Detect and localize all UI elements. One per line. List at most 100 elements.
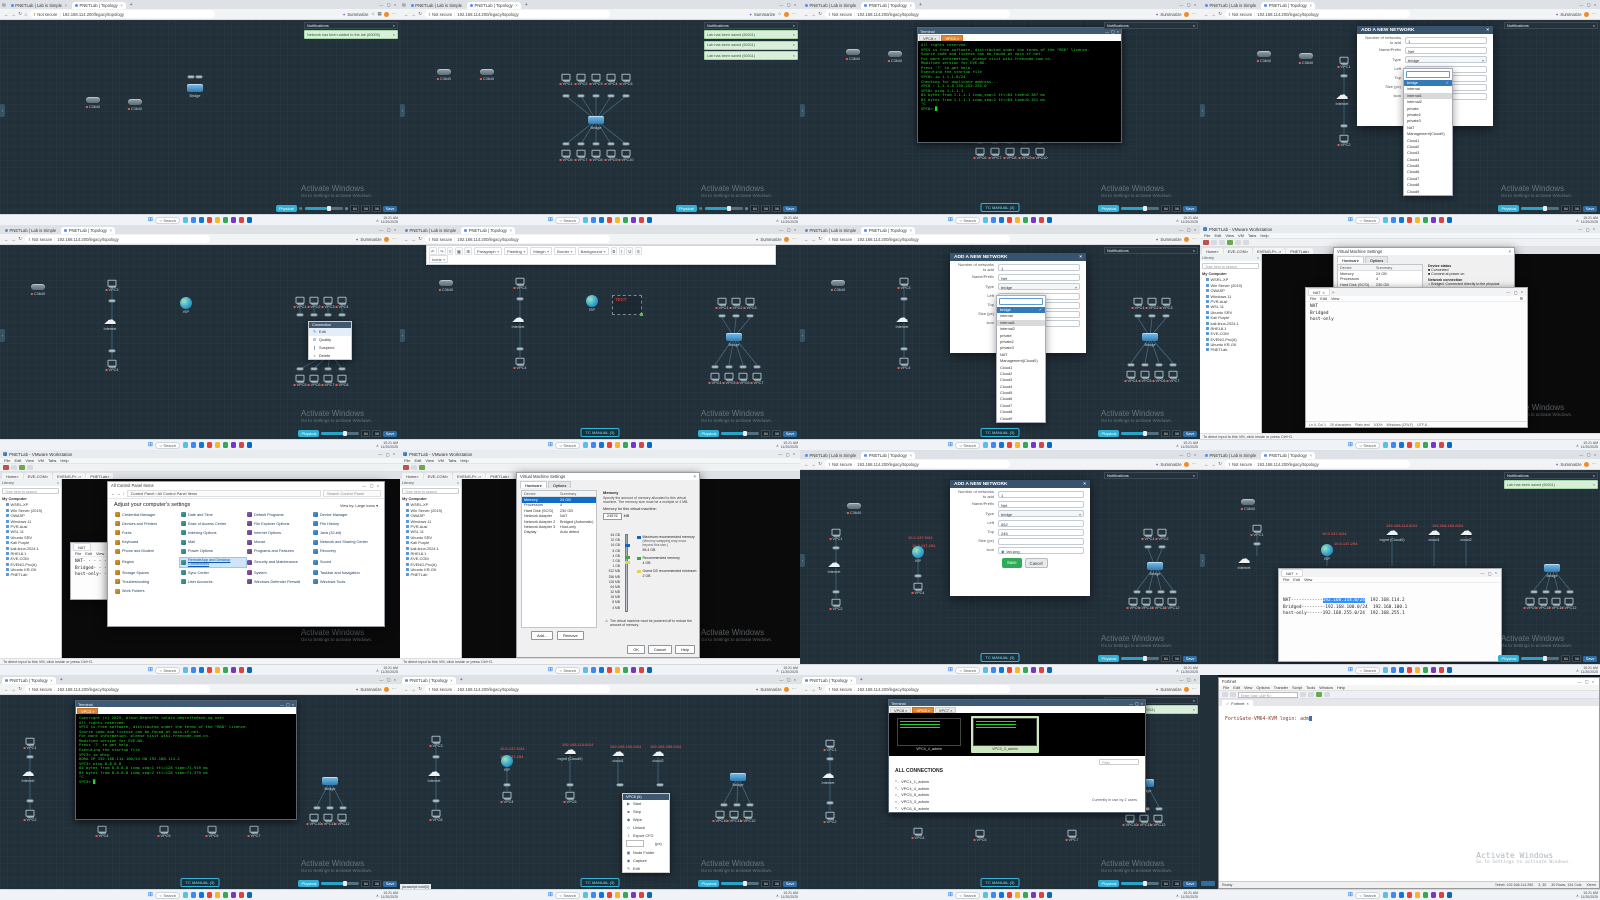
minimize-button[interactable]: — (1579, 3, 1583, 7)
tab-list-icon[interactable]: ▤ (402, 2, 406, 7)
taskbar-app-icon[interactable] (990, 667, 997, 673)
vmware-menu-item[interactable]: VM (438, 458, 444, 463)
taskbar-app-icon[interactable] (990, 442, 997, 448)
taskbar-app-icon[interactable] (230, 667, 237, 673)
taskbar-tray[interactable]: ∧ 10:21 AM 11/20/2025 (776, 216, 798, 224)
taskbar-app-icon[interactable] (990, 217, 997, 223)
summarize-button[interactable]: ✦ Summarize (342, 12, 368, 17)
tab-close-icon[interactable]: × (909, 228, 911, 233)
taskbar-app-icon[interactable] (190, 667, 197, 673)
forward-icon[interactable]: → (1211, 12, 1216, 17)
reload-icon[interactable]: ↻ (418, 236, 422, 242)
minimize-button[interactable]: — (1105, 29, 1109, 34)
browser-menu-icon[interactable]: ⋯ (792, 686, 796, 692)
canvas-value-box[interactable]: 08 (772, 430, 782, 437)
back-icon[interactable]: ← (1204, 462, 1209, 467)
device-row[interactable]: Processors 4 (522, 503, 596, 508)
back-icon[interactable]: ← (804, 237, 809, 242)
tray-chevron-icon[interactable]: ∧ (376, 668, 379, 673)
control-panel-item[interactable]: Ease of Access Center (180, 521, 246, 527)
minimize-button[interactable]: — (379, 678, 383, 682)
modal-field-input[interactable] (998, 537, 1084, 545)
snapshot-icon[interactable] (419, 465, 425, 470)
tab-close-icon[interactable]: × (515, 3, 517, 8)
taskbar-clock[interactable]: 10:21 AM 11/20/2025 (1181, 216, 1198, 224)
reload-icon[interactable]: ↻ (818, 686, 822, 692)
session-thumbnail[interactable]: VPC4_4_admin (895, 716, 963, 753)
browser-tab-topology[interactable]: PNETLab | Topology × (402, 677, 456, 684)
control-panel-item[interactable]: Network and Sharing Center (312, 539, 378, 545)
control-panel-item[interactable]: Devices and Printers (114, 521, 180, 527)
tc-manual-button[interactable]: TC MANUAL (3) (980, 653, 1020, 662)
taskbar-app-icon[interactable] (238, 667, 245, 673)
context-menu-item[interactable]: ▶ Start (623, 800, 669, 808)
browser-tab-lab[interactable]: PNETLab | Lab is Simple (2, 227, 59, 234)
taskbar-app-icon[interactable] (1422, 892, 1429, 898)
canvas-save-button[interactable]: Save (1183, 430, 1197, 437)
control-panel-item[interactable]: Sync Center (180, 570, 246, 576)
modal-field-input[interactable]: 1 (1405, 37, 1487, 45)
summarize-button[interactable]: ✦ Summarize (355, 687, 381, 692)
cancel-button[interactable]: Cancel (647, 645, 672, 654)
control-panel-search-input[interactable]: Search Control Panel (323, 490, 381, 497)
tab-close-icon[interactable]: × (850, 678, 852, 683)
taskbar-app-icon[interactable] (222, 667, 229, 673)
taskbar-app-icon[interactable] (622, 217, 629, 223)
close-button[interactable]: × (394, 678, 396, 682)
filter-input[interactable]: Filter (1099, 759, 1139, 765)
physical-button[interactable]: Physical (1498, 205, 1520, 212)
taskbar-app-icon[interactable] (1406, 892, 1413, 898)
taskbar-clock[interactable]: 10:21 AM 11/20/2025 (381, 666, 398, 674)
summarize-button[interactable]: ✦ Summarize (749, 12, 775, 17)
snapshot-icon[interactable] (19, 465, 25, 470)
taskbar-search[interactable]: ○ Search (1355, 441, 1381, 449)
taskbar-app-icon[interactable] (230, 442, 237, 448)
browser-tab-lab[interactable]: PNETLab | Lab is Simple (1202, 2, 1259, 9)
reload-icon[interactable]: ↻ (1218, 11, 1222, 17)
taskbar-app-icon[interactable] (198, 217, 205, 223)
taskbar-app-icon[interactable] (1406, 667, 1413, 673)
taskbar-clock[interactable]: 10:21 AM 11/20/2025 (1181, 891, 1198, 899)
context-menu-item[interactable]: ✎ Edit (623, 864, 669, 872)
canvas-value-box[interactable]: 84 (761, 880, 771, 887)
canvas-save-button[interactable]: Save (383, 430, 397, 437)
tab-close-icon[interactable]: × (957, 36, 959, 41)
securecrt-menu-item[interactable]: File (1223, 685, 1229, 690)
device-row[interactable]: Display Auto detect (522, 530, 596, 535)
modal-field-input[interactable]: Net (998, 501, 1084, 509)
taskbar-app-icon[interactable] (1438, 217, 1445, 223)
breadcrumb[interactable]: Control Panel › All Control Panel Items (126, 490, 321, 497)
physical-button[interactable]: Physical (1098, 430, 1120, 437)
editor-icon-button[interactable]: ↷ (438, 247, 446, 255)
notepad-tab[interactable]: NAT × (1308, 288, 1330, 296)
tab-options[interactable]: Options (547, 481, 572, 488)
close-button[interactable]: × (393, 452, 395, 456)
taskbar-search[interactable]: ○ Search (555, 441, 581, 449)
canvas-value-box[interactable]: 08 (372, 880, 382, 887)
close-button[interactable]: × (1117, 29, 1119, 34)
tab-close-icon[interactable]: × (1309, 453, 1311, 458)
close-button[interactable]: × (1141, 701, 1143, 706)
sidebar-expander[interactable]: › (800, 329, 805, 342)
library-root[interactable]: My Computer (1200, 270, 1261, 277)
taskbar-app-icon[interactable] (1006, 217, 1013, 223)
taskbar-app-icon[interactable] (614, 442, 621, 448)
notifications-header[interactable]: Notifications× (1104, 472, 1198, 479)
canvas-value-box[interactable]: 08 (1172, 655, 1182, 662)
taskbar-app-icon[interactable] (1382, 892, 1389, 898)
taskbar-app-icon[interactable] (622, 442, 629, 448)
maximize-button[interactable]: ▢ (1187, 677, 1191, 682)
control-panel-item[interactable]: File History (312, 521, 378, 527)
close-button[interactable]: × (1194, 678, 1196, 682)
tray-chevron-icon[interactable]: ∧ (1176, 893, 1179, 898)
notepad-menu-item[interactable]: View (1304, 577, 1312, 582)
close-button[interactable]: × (394, 3, 396, 7)
address-bar[interactable]: ! Not secure | 192.168.114.200/legacy/topol… (424, 685, 610, 693)
context-menu-item[interactable]: ◆ Wipe (623, 816, 669, 824)
tray-chevron-icon[interactable]: ∧ (1176, 668, 1179, 673)
connect-at-power-checkbox[interactable]: ■ Connect at power on (1428, 272, 1511, 276)
help-button[interactable]: Help (674, 645, 695, 654)
taskbar-app-icon[interactable] (246, 217, 253, 223)
control-panel-item[interactable]: RemoteApp and Desktop Connections (179, 556, 247, 568)
notifications-header[interactable]: Notifications× (1104, 247, 1198, 254)
